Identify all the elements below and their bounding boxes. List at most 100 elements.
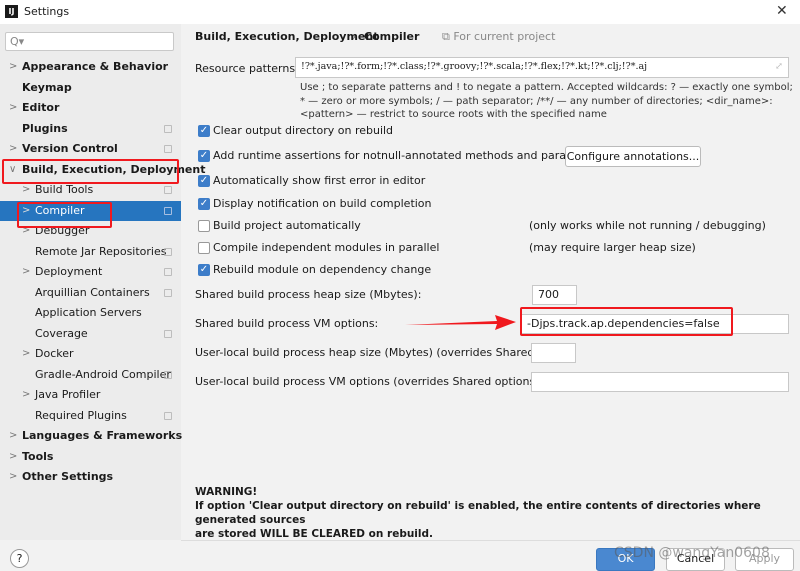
sidebar-item-java-profiler[interactable]: > Java Profiler (0, 385, 181, 405)
breadcrumb-separator: › (352, 30, 357, 43)
option-note: (may require larger heap size) (529, 241, 696, 254)
checkbox[interactable] (198, 220, 210, 232)
sidebar-item-label: Other Settings (22, 470, 114, 483)
chevron-right-icon[interactable]: > (22, 344, 30, 364)
resource-patterns-help: Use ; to separate patterns and ! to nega… (300, 82, 793, 120)
watermark: CSDN @wangYan0608 (614, 545, 770, 561)
warning-message: WARNING! If option 'Clear output directo… (195, 485, 795, 541)
resource-patterns-label: Resource patterns: (195, 62, 299, 75)
annotation-arrow-icon (405, 315, 516, 330)
chevron-right-icon[interactable]: > (9, 57, 17, 77)
project-scope-icon (164, 268, 172, 276)
sidebar-item-label: Arquillian Containers (35, 285, 150, 299)
sidebar-item-tools[interactable]: > Tools (0, 447, 181, 467)
resource-patterns-value: !?*.java;!?*.form;!?*.class;!?*.groovy;!… (301, 61, 648, 72)
field-input[interactable] (531, 343, 576, 363)
chevron-right-icon[interactable]: > (9, 467, 17, 487)
sidebar-item-label: Version Control (22, 142, 118, 155)
chevron-right-icon[interactable]: > (9, 426, 17, 446)
sidebar-item-appearance-behavior[interactable]: > Appearance & Behavior (0, 57, 181, 77)
checkbox-label[interactable]: Rebuild module on dependency change (213, 263, 431, 276)
title-bar: IJ Settings ✕ (0, 0, 800, 24)
sidebar-item-version-control[interactable]: > Version Control (0, 139, 181, 159)
checkbox[interactable]: ✓ (198, 198, 210, 210)
footer-divider (181, 540, 800, 541)
sidebar-item-keymap[interactable]: Keymap (0, 78, 181, 98)
chevron-right-icon[interactable]: > (9, 98, 17, 118)
sidebar-item-arquillian-containers[interactable]: Arquillian Containers (0, 283, 181, 303)
sidebar-item-label: Remote Jar Repositories (35, 244, 167, 258)
chevron-right-icon[interactable]: > (22, 385, 30, 405)
checkbox[interactable]: ✓ (198, 264, 210, 276)
sidebar-item-docker[interactable]: > Docker (0, 344, 181, 364)
sidebar-item-label: Java Profiler (35, 388, 101, 401)
sidebar-item-languages-frameworks[interactable]: > Languages & Frameworks (0, 426, 183, 446)
annotation-highlight-box (2, 159, 179, 184)
sidebar-item-label: Required Plugins (35, 408, 127, 422)
field-label: Shared build process heap size (Mbytes): (195, 288, 422, 301)
field-input[interactable] (531, 372, 789, 392)
field-label: User-local build process VM options (ove… (195, 375, 544, 388)
project-scope-icon (164, 247, 172, 256)
project-scope-icon (164, 370, 172, 379)
checkbox[interactable]: ✓ (198, 150, 210, 162)
checkbox[interactable]: ✓ (198, 125, 210, 137)
sidebar-item-plugins[interactable]: Plugins (0, 119, 181, 139)
sidebar-item-label: Keymap (22, 80, 72, 94)
window-title: Settings (24, 5, 70, 18)
sidebar-item-label: Coverage (35, 326, 88, 340)
chevron-right-icon[interactable]: > (9, 447, 17, 467)
sidebar-item-required-plugins[interactable]: Required Plugins (0, 406, 181, 426)
project-scope-icon (164, 145, 172, 153)
sidebar-item-label: Deployment (35, 265, 103, 278)
project-scope-icon (164, 288, 172, 297)
sidebar-item-editor[interactable]: > Editor (0, 98, 181, 118)
sidebar-item-deployment[interactable]: > Deployment (0, 262, 181, 282)
field-label: User-local build process heap size (Mbyt… (195, 346, 568, 359)
project-scope-icon (164, 186, 172, 194)
sidebar-item-label: Gradle-Android Compiler (35, 367, 171, 381)
annotation-highlight-box (520, 307, 733, 336)
sidebar-item-gradle-android-compiler[interactable]: Gradle-Android Compiler (0, 365, 181, 385)
field-input[interactable]: 700 (532, 285, 577, 305)
checkbox-label[interactable]: Add runtime assertions for notnull-annot… (213, 149, 605, 162)
chevron-right-icon[interactable]: > (22, 262, 30, 282)
annotation-highlight-box (17, 202, 112, 228)
project-scope-icon (164, 411, 172, 420)
sidebar-item-label: Appearance & Behavior (22, 60, 169, 73)
warning-line: are stored WILL BE CLEARED on rebuild. (195, 528, 434, 540)
sidebar-item-label: Tools (22, 449, 54, 463)
resource-patterns-input[interactable]: !?*.java;!?*.form;!?*.class;!?*.groovy;!… (295, 57, 789, 78)
checkbox-label[interactable]: Build project automatically (213, 219, 361, 232)
project-scope-icon (164, 329, 172, 338)
checkbox[interactable]: ✓ (198, 175, 210, 187)
checkbox-label[interactable]: Clear output directory on rebuild (213, 124, 393, 137)
checkbox-label[interactable]: Automatically show first error in editor (213, 174, 425, 187)
chevron-right-icon[interactable]: > (9, 139, 17, 159)
intellij-app-icon: IJ (5, 5, 18, 18)
sidebar-item-application-servers[interactable]: Application Servers (0, 303, 181, 323)
sidebar-item-label: Languages & Frameworks (22, 429, 183, 442)
warning-line: If option 'Clear output directory on reb… (195, 500, 761, 526)
sidebar-item-remote-jar-repositories[interactable]: Remote Jar Repositories (0, 242, 181, 262)
breadcrumb-current: Compiler (364, 30, 420, 43)
expand-icon[interactable]: ⤢ (775, 58, 783, 76)
checkbox[interactable] (198, 242, 210, 254)
project-scope-icon (164, 124, 172, 133)
sidebar-item-label: Application Servers (35, 306, 142, 319)
close-icon[interactable]: ✕ (776, 3, 788, 19)
sidebar-item-label: Editor (22, 101, 60, 114)
configure-annotations-button[interactable]: Configure annotations... (565, 146, 701, 167)
settings-search-input[interactable]: Q▾ (5, 32, 174, 51)
field-label: Shared build process VM options: (195, 317, 379, 330)
help-button[interactable]: ? (10, 549, 29, 568)
scope-label: ⧉ For current project (442, 30, 556, 43)
checkbox-label[interactable]: Display notification on build completion (213, 197, 432, 210)
project-scope-icon (164, 206, 172, 215)
breadcrumb-parent[interactable]: Build, Execution, Deployment (195, 30, 378, 43)
sidebar-item-other-settings[interactable]: > Other Settings (0, 467, 181, 487)
option-note: (only works while not running / debuggin… (529, 219, 766, 232)
sidebar-item-label: Plugins (22, 121, 68, 135)
sidebar-item-coverage[interactable]: Coverage (0, 324, 181, 344)
checkbox-label[interactable]: Compile independent modules in parallel (213, 241, 439, 254)
